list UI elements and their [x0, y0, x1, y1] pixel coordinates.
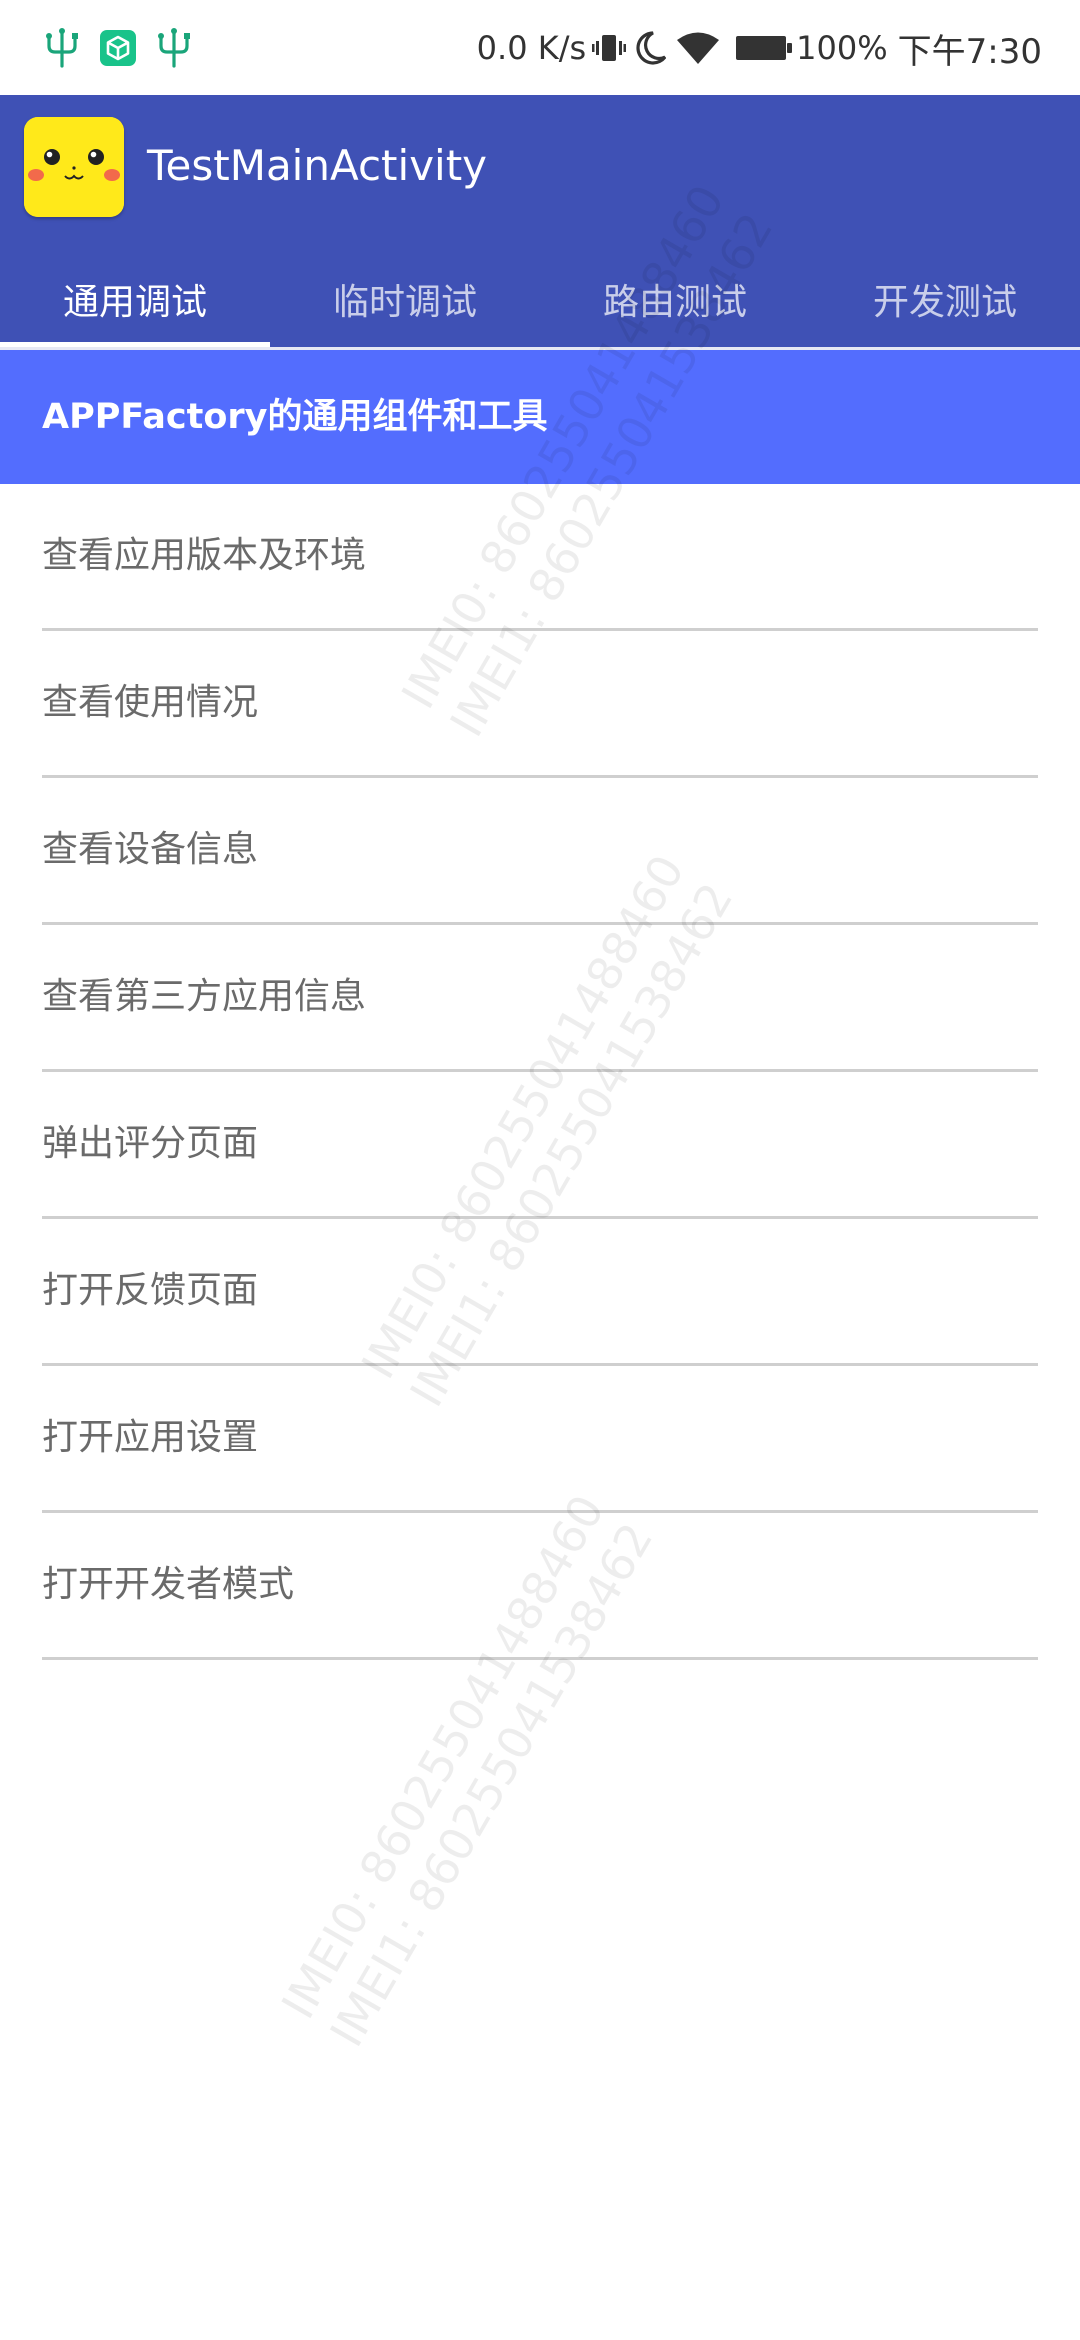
menu-item-developer-mode[interactable]: 打开开发者模式 [0, 1513, 1080, 1660]
app-bar: TestMainActivity 通用调试 临时调试 路由测试 开发测试 [0, 95, 1080, 347]
tab-temporary-debug[interactable]: 临时调试 [270, 250, 540, 347]
screen: 0.0 K/s 100% 下午7:30 TestMainActivity 通用调… [0, 0, 1080, 2340]
menu-item-label: 查看第三方应用信息 [42, 976, 367, 1017]
status-bar-left-icons [44, 26, 192, 70]
battery-icon [736, 36, 793, 60]
do-not-disturb-moon-icon [636, 31, 667, 65]
status-bar: 0.0 K/s 100% 下午7:30 [0, 0, 1080, 95]
pikachu-face-icon [24, 117, 124, 217]
menu-list: 查看应用版本及环境 查看使用情况 查看设备信息 查看第三方应用信息 弹出评分页面… [0, 484, 1080, 1660]
menu-item-rating-dialog[interactable]: 弹出评分页面 [0, 1072, 1080, 1219]
menu-item-usage[interactable]: 查看使用情况 [0, 631, 1080, 778]
usb-icon [46, 28, 78, 68]
menu-item-device-info[interactable]: 查看设备信息 [0, 778, 1080, 925]
battery-percent: 100% [796, 29, 888, 67]
menu-item-label: 打开反馈页面 [42, 1270, 259, 1311]
section-header: APPFactory的通用组件和工具 [0, 350, 1080, 484]
menu-item-feedback-page[interactable]: 打开反馈页面 [0, 1219, 1080, 1366]
section-title: APPFactory的通用组件和工具 [42, 397, 548, 437]
divider [42, 1657, 1038, 1660]
vibrate-icon [592, 35, 627, 61]
menu-item-label: 查看应用版本及环境 [42, 535, 367, 576]
menu-item-label: 查看设备信息 [42, 829, 259, 870]
network-speed: 0.0 K/s [476, 29, 587, 67]
tab-general-debug[interactable]: 通用调试 [0, 250, 270, 347]
menu-item-label: 弹出评分页面 [42, 1123, 259, 1164]
tab-label: 通用调试 [62, 281, 207, 323]
tab-bar: 通用调试 临时调试 路由测试 开发测试 [0, 250, 1080, 347]
menu-item-label: 查看使用情况 [42, 682, 259, 723]
menu-item-app-version-env[interactable]: 查看应用版本及环境 [0, 484, 1080, 631]
tab-label: 路由测试 [602, 281, 747, 323]
app-notification-icon [100, 30, 136, 66]
tab-label: 开发测试 [872, 281, 1017, 323]
menu-item-label: 打开应用设置 [42, 1417, 259, 1458]
menu-item-label: 打开开发者模式 [42, 1564, 295, 1605]
usb-icon [158, 28, 190, 68]
tab-route-test[interactable]: 路由测试 [540, 250, 810, 347]
wifi-icon [677, 32, 720, 64]
clock: 下午7:30 [897, 31, 1042, 72]
menu-item-third-party-app-info[interactable]: 查看第三方应用信息 [0, 925, 1080, 1072]
tab-label: 临时调试 [332, 281, 477, 323]
app-title: TestMainActivity [147, 141, 488, 190]
tab-dev-test[interactable]: 开发测试 [810, 250, 1080, 347]
status-bar-right: 0.0 K/s 100% 下午7:30 [477, 22, 1042, 74]
menu-item-app-settings[interactable]: 打开应用设置 [0, 1366, 1080, 1513]
